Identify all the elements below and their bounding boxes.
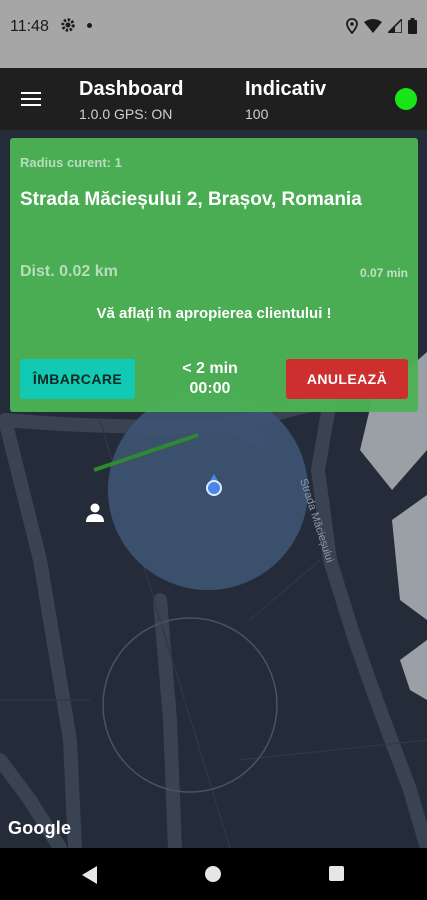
recents-icon[interactable]	[329, 866, 344, 881]
battery-icon	[408, 18, 417, 34]
wifi-icon	[364, 19, 382, 33]
pickup-info-card: Radius curent: 1 Strada Măcieșului 2, Br…	[10, 138, 418, 412]
google-attribution: Google	[8, 818, 72, 838]
gear-icon	[61, 18, 75, 32]
eta-value: < 2 min	[182, 360, 238, 377]
status-time: 11:48	[10, 18, 49, 35]
proximity-message: Vă aflați în apropierea clientului !	[96, 305, 332, 322]
duration-value: 0.07 min	[359, 266, 408, 280]
status-icons	[346, 17, 417, 35]
indicativ-value: 100	[245, 106, 269, 122]
version-gps-status: 1.0.0 GPS: ON	[79, 106, 173, 122]
app-bar: Dashboard 1.0.0 GPS: ON Indicativ 100	[0, 68, 427, 130]
pickup-address: Strada Măcieșului 2, Brașov, Romania	[20, 189, 362, 210]
home-icon[interactable]	[205, 866, 221, 882]
status-bar: 11:48	[0, 0, 427, 68]
indicativ-label: Indicativ	[245, 78, 327, 100]
hamburger-menu-icon[interactable]	[21, 92, 41, 106]
location-icon	[346, 18, 358, 34]
elapsed-timer: 00:00	[189, 380, 231, 397]
eta-timer: < 2 min 00:00	[160, 359, 260, 399]
distance-value: Dist. 0.02 km	[20, 263, 118, 280]
notification-dot-icon	[87, 23, 92, 28]
current-radius: Radius curent: 1	[20, 155, 122, 170]
online-status-indicator	[395, 88, 417, 110]
back-icon[interactable]	[82, 866, 98, 884]
cancel-button[interactable]: ANULEAZĂ	[286, 359, 408, 399]
page-title: Dashboard	[79, 78, 184, 100]
boarding-button[interactable]: ÎMBARCARE	[20, 359, 135, 399]
signal-icon	[388, 19, 402, 33]
